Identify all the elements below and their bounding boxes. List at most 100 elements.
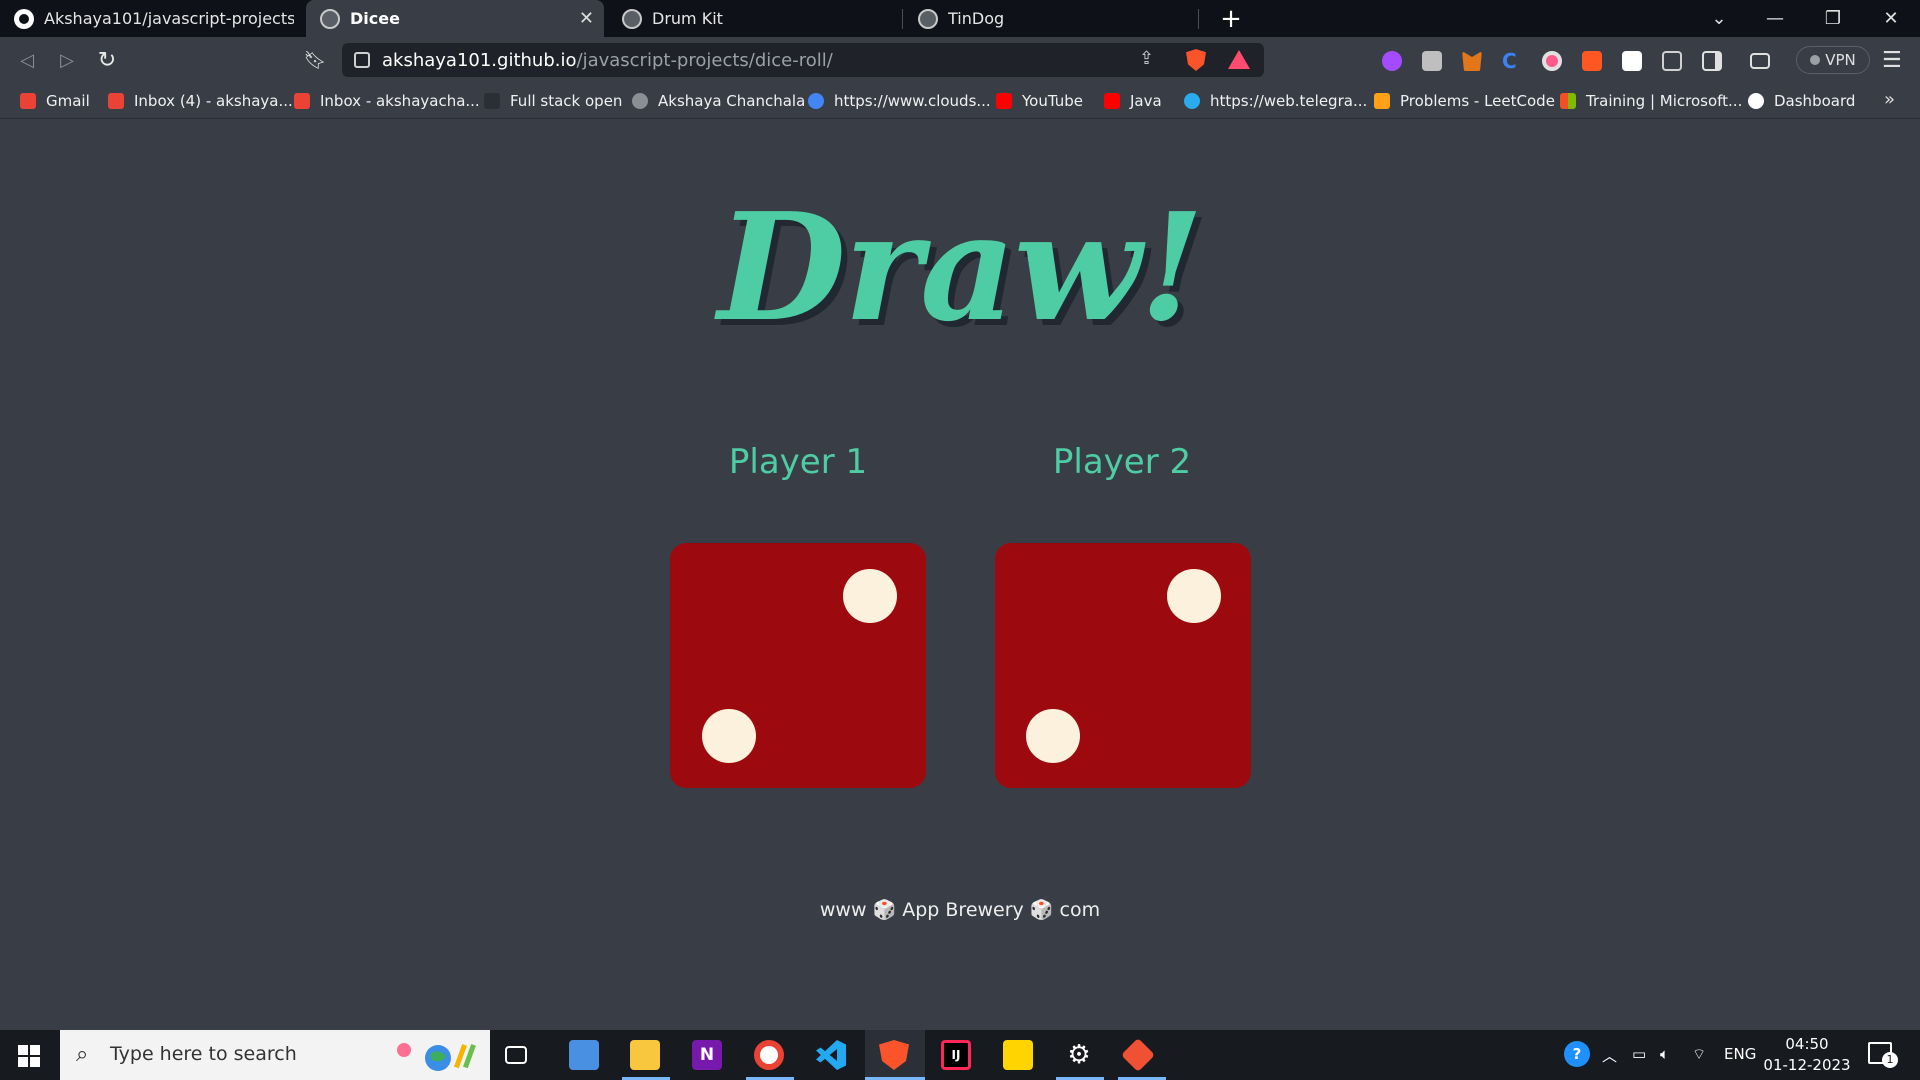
- search-placeholder: Type here to search: [110, 1043, 297, 1065]
- tab-search-icon[interactable]: ⌄: [1696, 0, 1742, 37]
- share-icon[interactable]: ⇪: [1139, 48, 1154, 69]
- microsoft-icon: [1560, 93, 1576, 109]
- brave-shields-icon[interactable]: [1186, 49, 1206, 71]
- bookmark-inbox[interactable]: Inbox - akshayacha...: [294, 91, 480, 111]
- die-pip: [702, 709, 756, 763]
- extension-white-icon[interactable]: [1622, 51, 1642, 71]
- bookmark-full-stack-open[interactable]: Full stack open: [484, 91, 622, 111]
- minimize-icon[interactable]: —: [1752, 0, 1798, 37]
- reload-icon[interactable]: ↻: [92, 45, 122, 75]
- vscode-icon[interactable]: [816, 1040, 846, 1070]
- bookmark-dashboard[interactable]: Dashboard: [1748, 91, 1855, 111]
- bookmark-label: https://www.clouds...: [834, 92, 991, 110]
- volume-icon[interactable]: 🔈︎: [1660, 1045, 1669, 1063]
- url-text[interactable]: akshaya101.github.io/javascript-projects…: [382, 50, 833, 71]
- tab-drum-kit[interactable]: Drum Kit: [608, 0, 898, 37]
- die-pip: [1167, 569, 1221, 623]
- bookmark-label: Dashboard: [1774, 92, 1856, 110]
- result-title: Draw!: [717, 180, 1205, 354]
- new-tab-button[interactable]: +: [1216, 0, 1246, 37]
- extension-c-icon[interactable]: C: [1502, 51, 1522, 71]
- address-bar[interactable]: akshaya101.github.io/javascript-projects…: [342, 43, 1264, 77]
- tab-tindog[interactable]: TinDog: [904, 0, 1194, 37]
- extension-orange-icon[interactable]: [1582, 51, 1602, 71]
- menu-icon[interactable]: ☰: [1882, 48, 1902, 73]
- bookmark-label: Full stack open: [510, 92, 623, 110]
- bookmark-label: Java: [1130, 92, 1162, 110]
- bookmark-label: Akshaya Chanchala: [658, 92, 806, 110]
- task-view-icon[interactable]: [505, 1046, 527, 1064]
- wifi-icon[interactable]: ⌔: [1692, 1045, 1706, 1064]
- window-close-icon[interactable]: ✕: [1868, 0, 1914, 37]
- taskbar-search-box[interactable]: ⌕ Type here to search: [60, 1030, 490, 1080]
- tab-title: Dicee: [350, 9, 400, 28]
- system-clock[interactable]: 04:50 01-12-2023: [1762, 1034, 1852, 1076]
- bookmark-telegram[interactable]: https://web.telegra...: [1184, 91, 1367, 111]
- bookmark-microsoft-training[interactable]: Training | Microsoft...: [1560, 91, 1742, 111]
- vpn-button[interactable]: VPN: [1796, 46, 1870, 74]
- help-icon[interactable]: ?: [1564, 1041, 1590, 1067]
- url-path: /javascript-projects/dice-roll/: [576, 50, 833, 71]
- bookmark-akshaya-chanchala[interactable]: Akshaya Chanchala: [632, 91, 805, 111]
- tab-dicee[interactable]: Dicee ✕: [306, 0, 604, 37]
- extensions-puzzle-icon[interactable]: [1662, 51, 1682, 71]
- bookmark-cloudskills[interactable]: https://www.clouds...: [808, 91, 991, 111]
- sidebar-icon[interactable]: [1702, 51, 1722, 71]
- back-icon[interactable]: ◁: [12, 45, 42, 75]
- extension-ring-icon[interactable]: [1542, 51, 1562, 71]
- wallet-icon[interactable]: [1750, 53, 1770, 69]
- tab-separator: [1198, 9, 1199, 29]
- clock-time: 04:50: [1785, 1035, 1829, 1053]
- metamask-icon[interactable]: [1462, 51, 1482, 71]
- sticky-notes-icon[interactable]: [1003, 1040, 1033, 1070]
- bookmark-label: https://web.telegra...: [1210, 92, 1368, 110]
- gmail-icon: [294, 93, 310, 109]
- globe-icon: [622, 8, 642, 29]
- youtube-icon: [996, 93, 1012, 109]
- toolbar: ◁ ▷ ↻ 🔖︎ akshaya101.github.io/javascript…: [0, 37, 1920, 83]
- tab-bar: Akshaya101/javascript-projects: Explor D…: [0, 0, 1920, 37]
- windows-start-icon[interactable]: [18, 1045, 40, 1067]
- bookmark-youtube[interactable]: YouTube: [996, 91, 1083, 111]
- more-bookmarks-icon[interactable]: »: [1884, 89, 1895, 110]
- tab-title: Drum Kit: [652, 9, 723, 28]
- settings-gear-icon[interactable]: ⚙: [1064, 1040, 1094, 1070]
- die-pip: [1026, 709, 1080, 763]
- bookmark-gmail[interactable]: Gmail: [20, 91, 90, 111]
- github-icon: [14, 8, 34, 29]
- extension-purple-icon[interactable]: [1382, 51, 1402, 71]
- battery-icon[interactable]: ▭: [1632, 1045, 1646, 1063]
- taskbar: ⌕ Type here to search N IJ ⚙ ? ︿ ▭ 🔈︎ ⌔ …: [0, 1030, 1920, 1080]
- github-icon: [1748, 93, 1764, 109]
- tab-github[interactable]: Akshaya101/javascript-projects: Explor: [0, 0, 304, 37]
- tab-title: Akshaya101/javascript-projects: Explor: [44, 9, 294, 28]
- close-icon[interactable]: ✕: [579, 8, 594, 29]
- intellij-icon[interactable]: IJ: [941, 1040, 971, 1070]
- globe-icon: [918, 8, 938, 29]
- leetcode-icon: [1374, 93, 1390, 109]
- extension-gray-icon[interactable]: [1422, 51, 1442, 71]
- language-indicator[interactable]: ENG: [1724, 1045, 1756, 1063]
- forward-icon[interactable]: ▷: [52, 45, 82, 75]
- vpn-label: VPN: [1825, 51, 1856, 69]
- telegram-icon: [1184, 93, 1200, 109]
- restore-icon[interactable]: ❐: [1810, 0, 1856, 37]
- youtube-icon: [1104, 93, 1120, 109]
- git-icon[interactable]: [1121, 1038, 1155, 1072]
- onenote-icon[interactable]: N: [692, 1040, 722, 1070]
- bookmark-leetcode[interactable]: Problems - LeetCode: [1374, 91, 1555, 111]
- bookmark-java[interactable]: Java: [1104, 91, 1162, 111]
- chevron-up-icon[interactable]: ︿: [1602, 1045, 1617, 1066]
- site-info-icon[interactable]: [354, 52, 370, 68]
- clock-date: 01-12-2023: [1763, 1056, 1851, 1074]
- file-explorer-icon[interactable]: [630, 1040, 660, 1070]
- bookmark-icon[interactable]: 🔖︎: [300, 45, 330, 75]
- bookmarks-bar: Gmail Inbox (4) - akshaya... Inbox - aks…: [0, 83, 1920, 119]
- google-cloud-icon: [808, 93, 824, 109]
- chrome-icon[interactable]: [754, 1040, 784, 1070]
- bookmark-inbox-4[interactable]: Inbox (4) - akshaya...: [108, 91, 293, 111]
- tab-title: TinDog: [948, 9, 1005, 28]
- notification-count-badge: 1: [1882, 1052, 1898, 1068]
- brave-rewards-icon[interactable]: [1228, 50, 1250, 69]
- computer-icon[interactable]: [569, 1040, 599, 1070]
